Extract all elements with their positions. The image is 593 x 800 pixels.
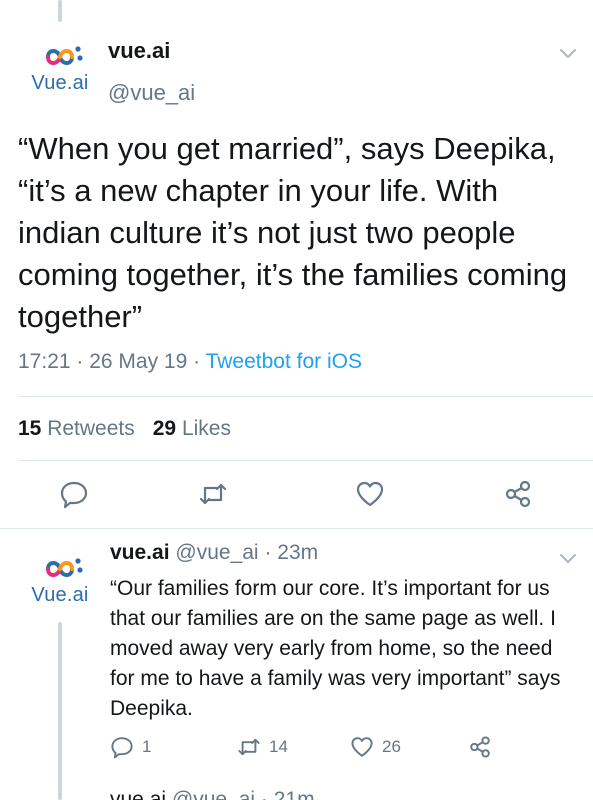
avatar-brand-text: Vue.ai: [31, 72, 89, 94]
likes-stat[interactable]: 29 Likes: [153, 417, 231, 440]
retweet-count: 14: [269, 737, 288, 756]
reply-icon: [60, 481, 88, 509]
like-count: 26: [382, 737, 401, 756]
user-handle[interactable]: @vue_ai: [175, 541, 258, 564]
avatar[interactable]: Vue.ai: [18, 44, 102, 106]
divider: [18, 396, 593, 397]
display-name[interactable]: vue.ai: [110, 788, 166, 800]
chevron-down-icon[interactable]: [558, 551, 578, 565]
reply-button[interactable]: [54, 474, 94, 514]
avatar-brand-text: Vue.ai: [31, 584, 89, 606]
heart-icon: [351, 737, 373, 757]
tweet-time: 17:21: [18, 350, 71, 373]
display-name[interactable]: vue.ai: [108, 38, 170, 64]
tweet-meta: 17:21 · 26 May 19 · Tweetbot for iOS: [18, 350, 362, 374]
reply-icon: [111, 737, 133, 759]
retweet-button[interactable]: [193, 474, 233, 514]
next-tweet-header: vue.ai @vue_ai · 21m: [110, 788, 315, 800]
thread-line: [58, 622, 62, 800]
reply-header: vue.ai @vue_ai · 23m: [110, 541, 318, 565]
thread-line: [58, 0, 62, 22]
divider: [18, 460, 593, 461]
share-icon: [505, 480, 531, 508]
tweet-age: · 23m: [264, 541, 319, 564]
retweet-button[interactable]: 14: [237, 735, 288, 759]
divider: [0, 528, 593, 529]
retweets-stat[interactable]: 15 Retweets: [18, 417, 135, 440]
vue-logo-icon: [46, 46, 83, 65]
retweet-icon: [199, 483, 227, 505]
heart-icon: [356, 481, 384, 507]
likes-label: Likes: [181, 417, 231, 440]
meta-separator: ·: [70, 350, 90, 373]
like-button[interactable]: 26: [350, 735, 401, 759]
retweets-count: 15: [18, 417, 42, 440]
chevron-down-icon[interactable]: [558, 46, 578, 60]
user-handle[interactable]: @vue_ai · 21m: [172, 788, 315, 800]
share-icon: [470, 736, 490, 758]
tweet-date: 26 May 19: [89, 350, 188, 373]
retweet-icon: [238, 738, 260, 756]
share-button[interactable]: [468, 735, 492, 759]
like-button[interactable]: [350, 474, 390, 514]
share-button[interactable]: [498, 474, 538, 514]
avatar[interactable]: Vue.ai: [18, 556, 102, 618]
tweet-text: “When you get married”, says Deepika, “i…: [18, 131, 568, 334]
retweets-label: Retweets: [47, 417, 135, 440]
vue-logo-icon: [46, 558, 83, 577]
tweet-stats: 15 Retweets 29 Likes: [18, 417, 231, 441]
display-name[interactable]: vue.ai: [110, 541, 170, 564]
tweet-text: “Our families form our core. It’s import…: [110, 577, 561, 720]
meta-separator: ·: [187, 350, 206, 373]
user-handle[interactable]: @vue_ai: [108, 80, 195, 106]
reply-button[interactable]: 1: [110, 735, 151, 759]
tweet-source-link[interactable]: Tweetbot for iOS: [206, 350, 362, 373]
tweet-detail-page: Vue.ai vue.ai @vue_ai “When you get marr…: [0, 0, 593, 800]
reply-count: 1: [142, 737, 152, 756]
likes-count: 29: [152, 417, 177, 440]
